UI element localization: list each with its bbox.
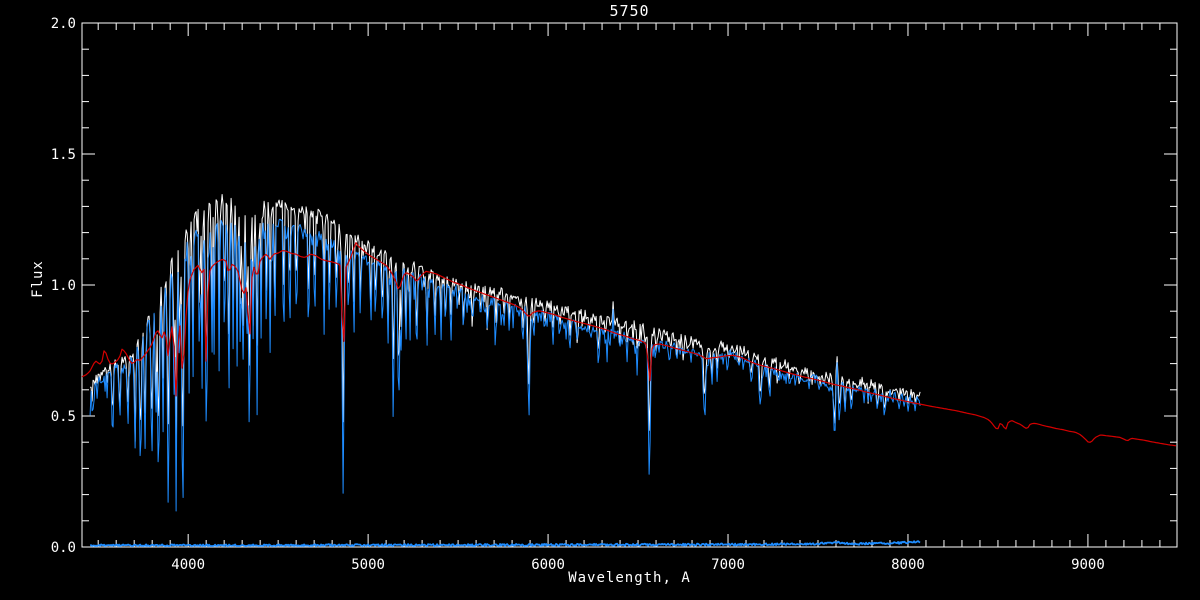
y-tick-label: 1.5 [51, 147, 76, 163]
plot-title: 5750 [609, 2, 650, 20]
y-tick-label: 2.0 [51, 16, 76, 32]
y-tick-label: 1.0 [51, 278, 76, 294]
y-tick-label: 0.0 [51, 540, 76, 556]
y-axis-label: Flux [30, 260, 46, 298]
spectrum-figure: 4000 5000 6000 7000 8000 9000 0.0 0.5 1.0 1.5 2.0 … [0, 0, 1200, 600]
observed-spectrum-line [89, 218, 921, 512]
x-axis-label: Wavelength, A [568, 570, 691, 586]
error-spectrum-line [89, 540, 921, 547]
y-tick-label: 0.5 [51, 409, 76, 425]
spectrum-plot: 4000 5000 6000 7000 8000 90000.00.51.01.52.0 [51, 16, 1178, 573]
